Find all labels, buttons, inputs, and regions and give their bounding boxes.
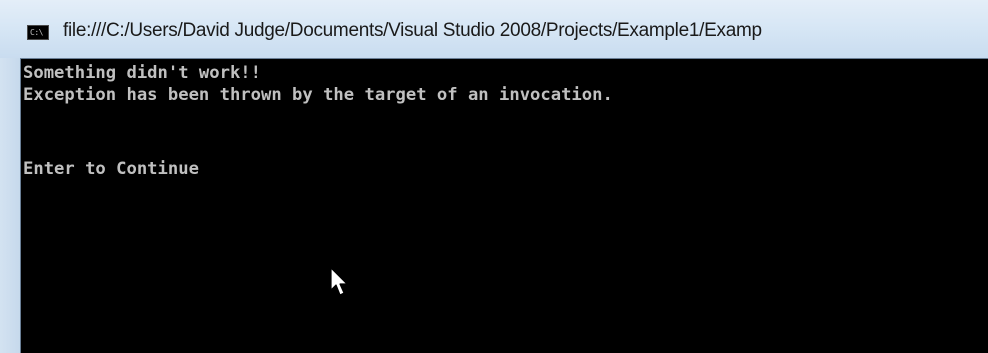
console-line-error: Something didn't work!! [23,63,261,83]
window-left-border [0,58,20,353]
console-output-area[interactable]: Something didn't work!! Exception has be… [20,58,988,353]
console-icon-glyph: C:\ [30,28,43,37]
mouse-pointer-icon [330,267,348,296]
window-title: file:///C:/Users/David Judge/Documents/V… [63,20,762,41]
console-line-prompt: Enter to Continue [23,159,199,179]
title-bar[interactable]: C:\ file:///C:/Users/David Judge/Documen… [0,0,988,58]
console-window-icon[interactable]: C:\ [27,25,49,40]
console-window: C:\ file:///C:/Users/David Judge/Documen… [0,0,988,353]
console-line-exception: Exception has been thrown by the target … [23,85,613,105]
